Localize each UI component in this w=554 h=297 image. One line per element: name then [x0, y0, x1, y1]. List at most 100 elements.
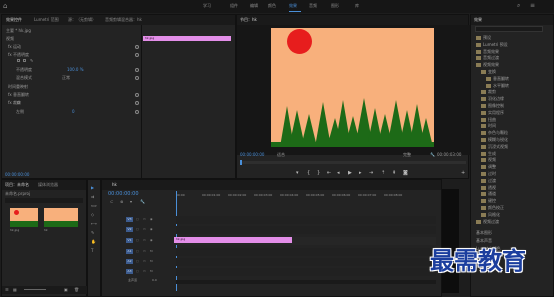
track-lane[interactable] — [176, 216, 436, 224]
program-timecode-left[interactable]: 00:00:00:00 — [240, 153, 264, 157]
tab-audio-mixer[interactable]: 音频剪辑混合器：hk — [105, 18, 142, 22]
quality-select[interactable]: 完整 — [403, 153, 411, 157]
lock-icon[interactable]: ▢ — [136, 270, 139, 273]
eye-icon[interactable]: ◉ — [150, 239, 153, 242]
sync-icon[interactable]: ▭ — [143, 228, 146, 231]
home-icon[interactable]: ⌂ — [3, 3, 10, 10]
reset-icon[interactable] — [135, 110, 139, 114]
timeline-title[interactable]: hk — [112, 183, 117, 187]
zoom-slider[interactable] — [24, 289, 46, 290]
effects-tree-item[interactable]: 垂直翻转 — [493, 76, 509, 81]
section-time-remap[interactable]: 时间重映射 — [8, 85, 28, 89]
effects-title[interactable]: 效果 — [474, 18, 482, 22]
effects-tree-item[interactable]: 预设 — [483, 36, 491, 40]
effects-tree-item[interactable]: 水平翻转 — [493, 83, 509, 88]
lock-icon[interactable]: ▢ — [136, 239, 139, 242]
tab-effect-controls[interactable]: 效果控件 — [6, 18, 22, 22]
add-button-icon[interactable]: + — [461, 171, 465, 176]
pen-tool-icon[interactable]: ✎ — [91, 231, 96, 236]
effects-tree-item[interactable]: 视频过渡 — [483, 219, 499, 224]
menu-icon[interactable]: ≡ — [530, 3, 536, 9]
sync-icon[interactable]: ▭ — [143, 218, 146, 221]
effects-tree-item[interactable]: 风格化 — [488, 212, 500, 217]
playhead-marker[interactable] — [240, 160, 242, 165]
go-to-out-icon[interactable]: ⇥ — [369, 171, 373, 176]
selection-tool-icon[interactable]: ▶ — [91, 186, 96, 191]
reset-icon[interactable] — [135, 45, 139, 49]
sync-icon[interactable]: ▭ — [143, 270, 146, 273]
section-opacity[interactable]: fx 不透明度 — [8, 53, 29, 57]
effects-tree-item[interactable]: 模糊与锐化 — [488, 138, 508, 142]
razor-icon[interactable]: ◇ — [91, 213, 96, 218]
marker-add-icon[interactable]: ▾ — [130, 200, 132, 204]
reset-icon[interactable] — [135, 68, 139, 72]
workspace-tab-6[interactable]: 图形 — [331, 4, 339, 8]
timeline-scrollbar[interactable] — [176, 280, 436, 284]
search-icon[interactable]: ⌕ — [517, 3, 523, 9]
effects-tree-item[interactable]: 键控 — [488, 199, 496, 203]
fit-select[interactable]: 适合 — [277, 153, 285, 157]
effects-tree-item[interactable]: 裁剪 — [488, 90, 496, 94]
mark-in-icon[interactable]: { — [307, 171, 310, 176]
timeline-timecode[interactable]: 00:00:00:00 — [108, 192, 139, 197]
program-title[interactable]: 节目：hk — [240, 18, 257, 22]
track-label-v3[interactable]: V3 — [126, 217, 133, 222]
eye-icon[interactable]: M — [150, 260, 153, 263]
lock-icon[interactable]: ▢ — [136, 218, 139, 221]
tab-source[interactable]: 源：（无剪辑） — [68, 18, 96, 22]
effects-tree-item[interactable]: 透视 — [488, 185, 496, 190]
snap-icon[interactable]: ⊂ — [110, 200, 113, 204]
section-motion[interactable]: fx 运动 — [8, 45, 21, 49]
crop-ellipse-mask-icon[interactable] — [17, 101, 20, 104]
lock-icon[interactable]: ▢ — [136, 260, 139, 263]
effects-tree-item[interactable]: 变换 — [488, 70, 496, 74]
blend-mode-select[interactable]: 正常 — [62, 76, 70, 80]
workspace-tab-2[interactable]: 编辑 — [250, 4, 258, 8]
effects-tree-item[interactable]: 视频效果 — [483, 63, 499, 67]
rect-mask-icon[interactable] — [23, 59, 26, 62]
play-icon[interactable]: ▶ — [348, 171, 352, 176]
panel-essential-sound[interactable]: 基本声音 — [476, 239, 492, 243]
effects-tree-item[interactable]: Lumetri 预设 — [483, 42, 508, 47]
workspace-tab-7[interactable]: 库 — [355, 4, 359, 8]
track-label-a3[interactable]: A3 — [126, 269, 133, 274]
program-scrubber[interactable] — [240, 161, 466, 164]
effects-tree-item[interactable]: 实用程序 — [488, 110, 504, 115]
extract-icon[interactable]: ⇞ — [392, 171, 396, 176]
crop-left-value[interactable]: 0 — [72, 110, 75, 114]
eye-icon[interactable]: ◉ — [150, 228, 153, 231]
eye-icon[interactable]: M — [150, 250, 153, 253]
tab-media-browser[interactable]: 媒体浏览器 — [38, 183, 58, 187]
effects-tree-item[interactable]: 沉浸式视频 — [488, 144, 508, 149]
sync-icon[interactable]: ▭ — [143, 250, 146, 253]
pen-icon[interactable]: ✎ — [30, 59, 33, 63]
track-lane[interactable] — [176, 226, 436, 234]
step-back-icon[interactable]: ◂ — [337, 171, 340, 176]
slip-icon[interactable]: ⟷ — [91, 222, 97, 227]
workspace-tab-3[interactable]: 颜色 — [268, 4, 276, 8]
sequence-thumb-image[interactable] — [44, 208, 78, 227]
effects-tree-item[interactable]: 通道 — [488, 192, 496, 196]
effects-tree-item[interactable]: 音频效果 — [483, 49, 499, 54]
trash-icon[interactable]: 🗑 — [74, 288, 79, 292]
eye-icon[interactable]: ◉ — [150, 218, 153, 221]
workspace-tab-1[interactable]: 组件 — [230, 4, 238, 8]
eye-icon[interactable]: M — [150, 270, 153, 273]
track-lane[interactable] — [176, 258, 436, 266]
new-item-icon[interactable]: ▣ — [64, 288, 68, 292]
reset-icon[interactable] — [135, 53, 139, 57]
section-vertical-flip[interactable]: fx 垂直翻转 — [8, 93, 29, 97]
effects-tree-item[interactable]: 调整 — [488, 165, 496, 169]
effects-search-input[interactable] — [475, 26, 543, 32]
track-lane[interactable] — [176, 268, 436, 276]
reset-icon[interactable] — [135, 76, 139, 80]
effects-tree-item[interactable]: 生成 — [488, 151, 496, 156]
track-select-icon[interactable]: ⇉ — [91, 195, 96, 200]
effects-tree-item[interactable]: 过时 — [488, 172, 496, 176]
project-thumb-image[interactable] — [10, 208, 38, 227]
lift-icon[interactable]: ⇡ — [381, 171, 385, 176]
marker-icon[interactable]: ▾ — [296, 171, 299, 176]
effects-tree-item[interactable]: 时间 — [488, 124, 496, 128]
project-search-input[interactable] — [5, 198, 83, 203]
sync-icon[interactable]: ▭ — [143, 239, 146, 242]
